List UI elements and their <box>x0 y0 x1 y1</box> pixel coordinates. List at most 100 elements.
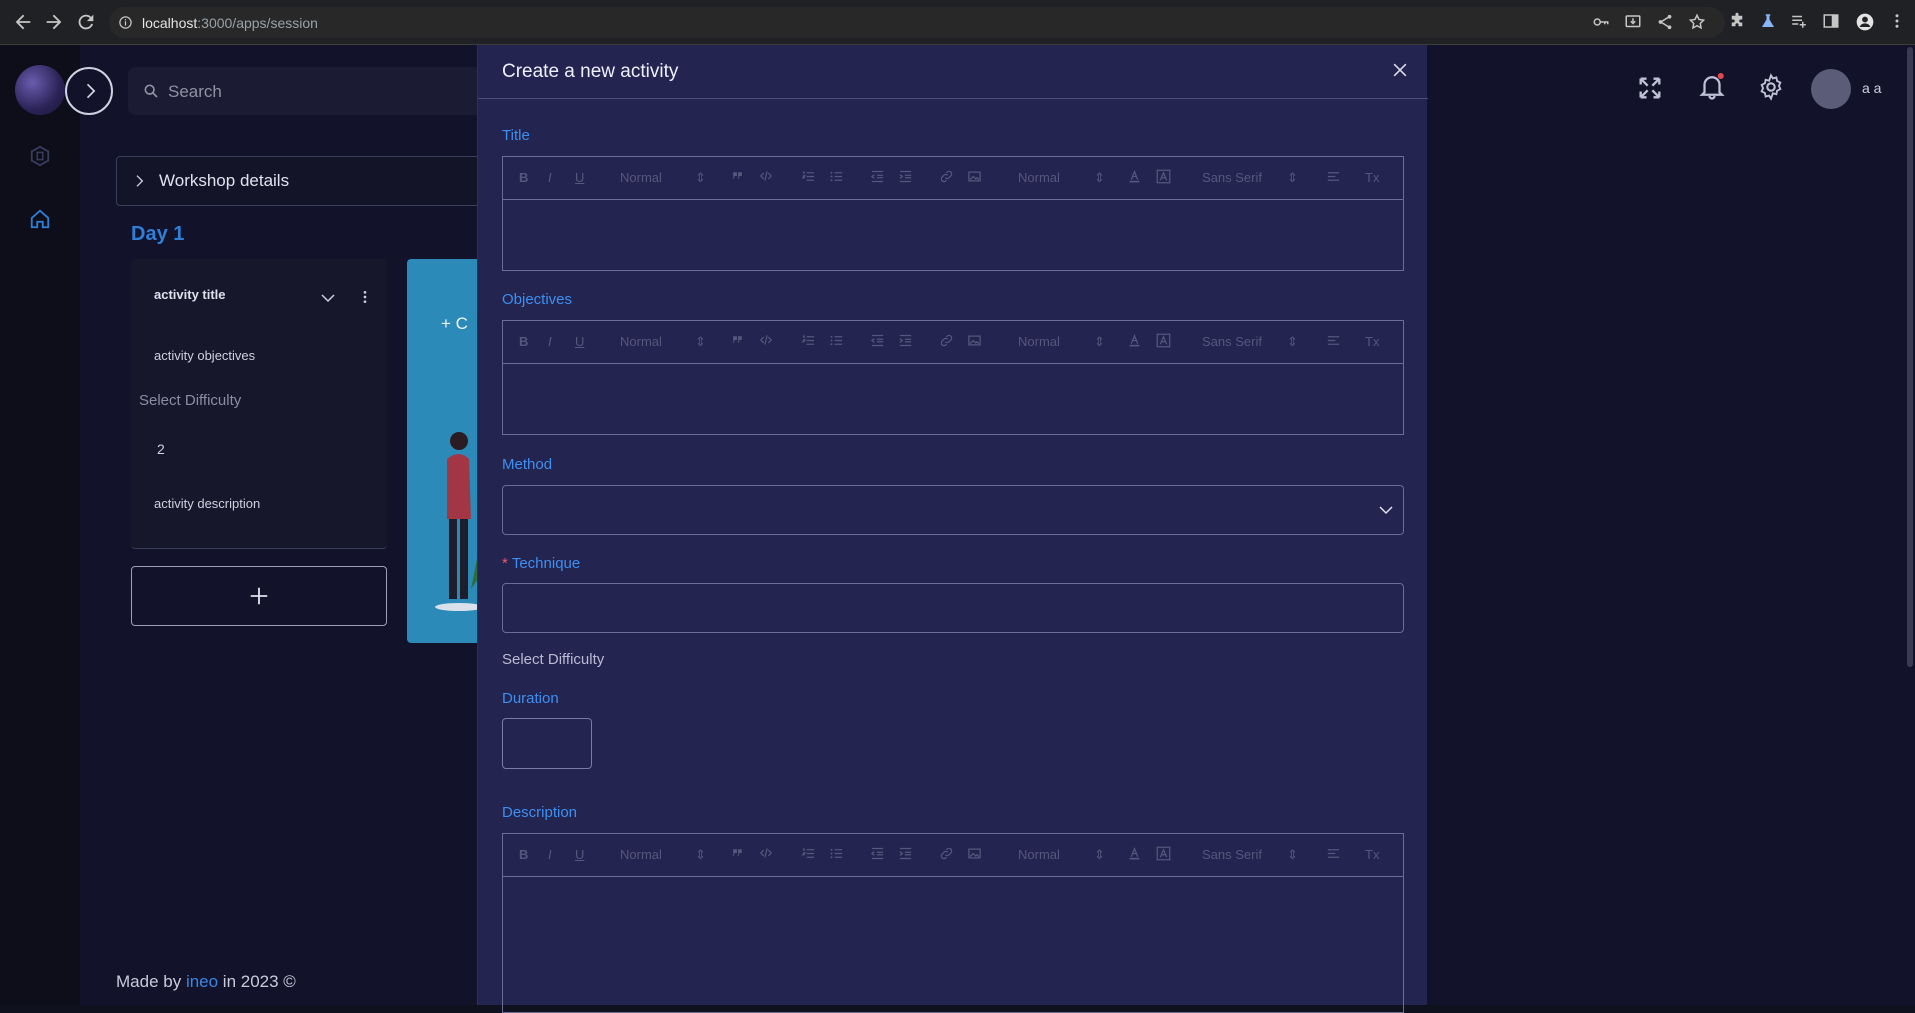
clean-format-button[interactable]: Tx <box>1365 847 1379 862</box>
address-bar[interactable]: localhost:3000/apps/session <box>109 7 1725 38</box>
site-info-icon[interactable] <box>118 15 133 30</box>
italic-button[interactable]: I <box>548 847 552 862</box>
bold-button[interactable]: B <box>519 847 528 862</box>
profile-icon[interactable] <box>1855 12 1875 32</box>
font-select[interactable]: Sans Serif <box>1202 847 1262 862</box>
side-panel-icon[interactable] <box>1822 12 1842 32</box>
link-icon[interactable] <box>939 846 954 861</box>
outdent-icon[interactable] <box>870 846 885 861</box>
text-color-icon[interactable] <box>1128 169 1141 184</box>
forward-icon[interactable] <box>43 11 65 33</box>
objectives-label: Objectives <box>502 291 573 308</box>
add-activity-button[interactable] <box>131 566 387 626</box>
image-icon[interactable] <box>967 169 982 184</box>
image-icon[interactable] <box>967 333 982 348</box>
add-day-card[interactable]: + C <box>407 259 487 643</box>
duration-input[interactable] <box>502 718 592 769</box>
close-icon[interactable] <box>1390 60 1412 82</box>
background-color-icon[interactable] <box>1156 846 1171 861</box>
size-select[interactable]: Normal <box>1018 847 1060 862</box>
indent-icon[interactable] <box>898 333 913 348</box>
home-icon[interactable] <box>29 208 51 230</box>
font-select[interactable]: Sans Serif <box>1202 170 1262 185</box>
text-color-icon[interactable] <box>1128 846 1141 861</box>
text-color-icon[interactable] <box>1128 333 1141 348</box>
sidebar-toggle-button[interactable] <box>65 67 113 115</box>
align-icon[interactable] <box>1326 333 1341 348</box>
search-input[interactable]: Search <box>128 67 528 115</box>
ordered-list-icon[interactable] <box>801 169 816 184</box>
footer-brand-link[interactable]: ineo <box>186 972 218 991</box>
reading-list-icon[interactable] <box>1790 12 1810 32</box>
italic-button[interactable]: I <box>548 170 552 185</box>
link-icon[interactable] <box>939 333 954 348</box>
bullet-list-icon[interactable] <box>829 169 844 184</box>
code-icon[interactable] <box>759 169 773 183</box>
clean-format-button[interactable]: Tx <box>1365 170 1379 185</box>
ordered-list-icon[interactable] <box>801 333 816 348</box>
underline-button[interactable]: U <box>575 847 584 862</box>
difficulty-label: Select Difficulty <box>139 392 242 409</box>
header-select[interactable]: Normal <box>620 847 662 862</box>
code-icon[interactable] <box>759 846 773 860</box>
underline-button[interactable]: U <box>575 170 584 185</box>
ordered-list-icon[interactable] <box>801 846 816 861</box>
clean-format-button[interactable]: Tx <box>1365 334 1379 349</box>
activity-card: activity title activity objectives Selec… <box>131 259 387 549</box>
fullscreen-icon[interactable] <box>1636 74 1666 104</box>
page-scrollbar[interactable] <box>1907 47 1913 667</box>
font-select[interactable]: Sans Serif <box>1202 334 1262 349</box>
bell-icon[interactable] <box>1697 71 1727 101</box>
browser-menu-icon[interactable] <box>1888 12 1908 32</box>
key-icon[interactable] <box>1592 13 1612 33</box>
background-color-icon[interactable] <box>1156 333 1171 348</box>
avatar[interactable] <box>1811 69 1851 109</box>
workshop-nav-icon[interactable] <box>29 145 51 167</box>
chevron-down-icon <box>1377 501 1395 519</box>
quote-icon[interactable] <box>731 846 744 859</box>
extensions-icon[interactable] <box>1728 12 1748 32</box>
outdent-icon[interactable] <box>870 169 885 184</box>
objectives-editor-toolbar: B I U Normal ⇕ Normal ⇕ Sans Serif ⇕ Tx <box>503 321 1403 364</box>
size-select[interactable]: Normal <box>1018 170 1060 185</box>
header-select[interactable]: Normal <box>620 170 662 185</box>
bullet-list-icon[interactable] <box>829 846 844 861</box>
size-select[interactable]: Normal <box>1018 334 1060 349</box>
background-color-icon[interactable] <box>1156 169 1171 184</box>
image-icon[interactable] <box>967 846 982 861</box>
method-select[interactable] <box>502 485 1404 535</box>
code-icon[interactable] <box>759 333 773 347</box>
quote-icon[interactable] <box>731 333 744 346</box>
bold-button[interactable]: B <box>519 334 528 349</box>
add-day-label: + C <box>441 314 468 333</box>
bold-button[interactable]: B <box>519 170 528 185</box>
required-mark: * <box>502 555 508 572</box>
bullet-list-icon[interactable] <box>829 333 844 348</box>
method-label: Method <box>502 456 553 473</box>
align-icon[interactable] <box>1326 846 1341 861</box>
share-icon[interactable] <box>1656 13 1676 33</box>
install-icon[interactable] <box>1624 13 1644 33</box>
select-arrows-icon: ⇕ <box>695 847 706 862</box>
settings-gear-icon[interactable] <box>1757 73 1787 103</box>
quote-icon[interactable] <box>731 169 744 182</box>
indent-icon[interactable] <box>898 169 913 184</box>
link-icon[interactable] <box>939 169 954 184</box>
italic-button[interactable]: I <box>548 334 552 349</box>
underline-button[interactable]: U <box>575 334 584 349</box>
labs-icon[interactable] <box>1759 12 1779 32</box>
outdent-icon[interactable] <box>870 333 885 348</box>
header-select[interactable]: Normal <box>620 334 662 349</box>
chevron-down-icon[interactable] <box>319 289 337 307</box>
more-vertical-icon[interactable] <box>357 289 373 305</box>
reload-icon[interactable] <box>75 11 97 33</box>
objectives-text-area[interactable] <box>503 364 1403 434</box>
title-text-area[interactable] <box>503 200 1403 270</box>
align-icon[interactable] <box>1326 169 1341 184</box>
bookmark-star-icon[interactable] <box>1688 13 1708 33</box>
technique-input[interactable] <box>502 583 1404 633</box>
description-text-area[interactable] <box>503 877 1403 1012</box>
back-icon[interactable] <box>12 11 34 33</box>
indent-icon[interactable] <box>898 846 913 861</box>
chevron-right-icon <box>80 81 100 101</box>
